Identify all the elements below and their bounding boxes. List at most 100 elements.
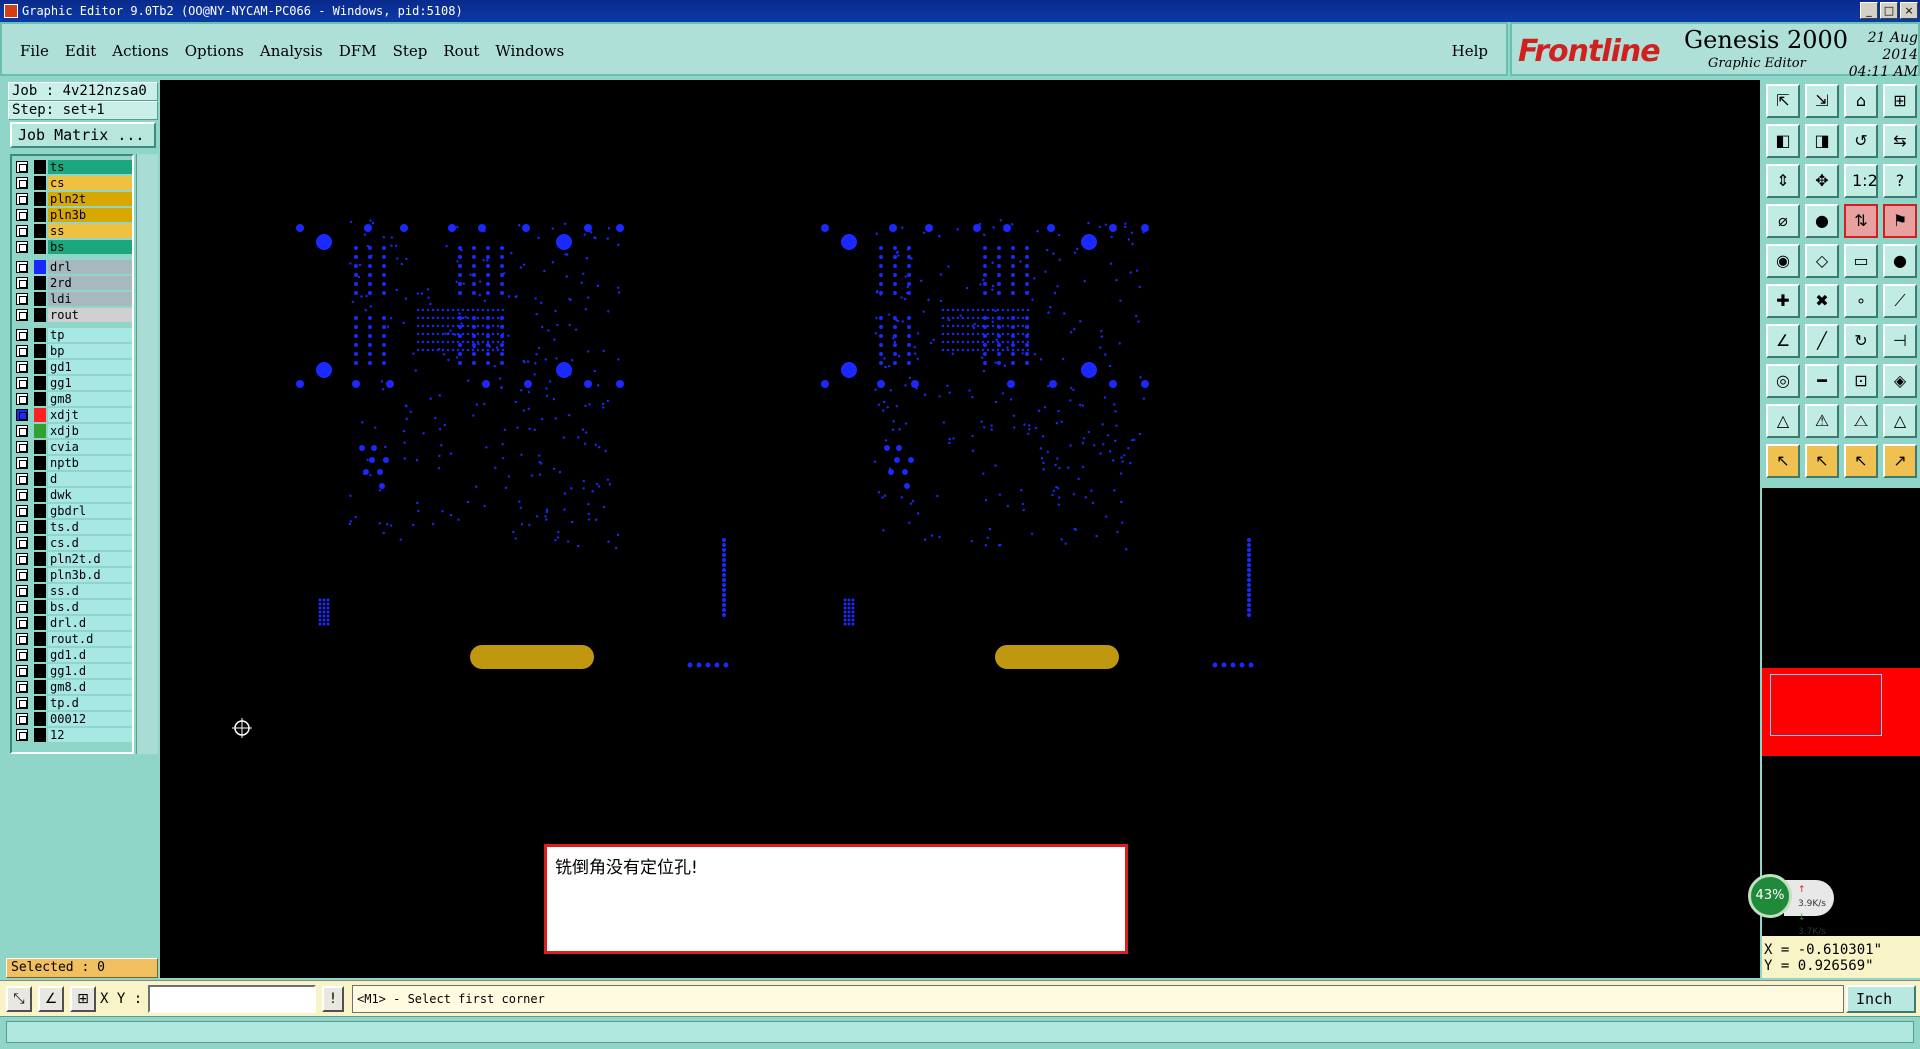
layer-name[interactable]: xdjt xyxy=(48,408,132,422)
warning-tool-button[interactable]: ⚠ xyxy=(1805,404,1839,438)
layer-checkbox[interactable] xyxy=(16,309,28,321)
layer-name[interactable]: pln3b.d xyxy=(48,568,132,582)
layer-color-swatch[interactable] xyxy=(34,392,46,406)
maximize-button[interactable]: □ xyxy=(1880,2,1898,19)
layer-color-swatch[interactable] xyxy=(34,520,46,534)
layer-color-swatch[interactable] xyxy=(34,292,46,306)
slash-tool-button[interactable]: ╱ xyxy=(1805,324,1839,358)
layer-row-bs-d[interactable]: bs.d xyxy=(14,600,138,614)
layer-name[interactable]: pln3b xyxy=(48,208,132,222)
layer-checkbox[interactable] xyxy=(16,241,28,253)
layer-color-swatch[interactable] xyxy=(34,696,46,710)
circle-tool-button[interactable]: ◎ xyxy=(1766,364,1800,398)
layer-color-swatch[interactable] xyxy=(34,224,46,238)
swap-tool-button[interactable]: ⇆ xyxy=(1883,124,1917,158)
layer-name[interactable]: ts xyxy=(48,160,132,174)
route-tool-button[interactable]: ↗ xyxy=(1883,444,1917,478)
layer-name[interactable]: cvia xyxy=(48,440,132,454)
layer-checkbox[interactable] xyxy=(16,729,28,741)
layer-checkbox[interactable] xyxy=(16,209,28,221)
layer-row-drl[interactable]: drl xyxy=(14,260,138,274)
layer-color-swatch[interactable] xyxy=(34,536,46,550)
layer-name[interactable]: 00012 xyxy=(48,712,132,726)
layer-name[interactable]: ss.d xyxy=(48,584,132,598)
layer-checkbox[interactable] xyxy=(16,441,28,453)
layer-checkbox[interactable] xyxy=(16,665,28,677)
layer-name[interactable]: ss xyxy=(48,224,132,238)
layer-name[interactable]: d xyxy=(48,472,132,486)
point-tool-button[interactable]: ∘ xyxy=(1844,284,1878,318)
layer-row-tp-d[interactable]: tp.d xyxy=(14,696,138,710)
message-dialog[interactable]: 铣倒角没有定位孔! xyxy=(544,844,1128,954)
layer-color-swatch[interactable] xyxy=(34,240,46,254)
layer-color-swatch[interactable] xyxy=(34,632,46,646)
layer-color-swatch[interactable] xyxy=(34,360,46,374)
layer-color-swatch[interactable] xyxy=(34,408,46,422)
layer-row-xdjb[interactable]: xdjb xyxy=(14,424,138,438)
layer-color-swatch[interactable] xyxy=(34,328,46,342)
layer-row-gbdrl[interactable]: gbdrl xyxy=(14,504,138,518)
layer-checkbox[interactable] xyxy=(16,569,28,581)
layer-checkbox[interactable] xyxy=(16,277,28,289)
graphic-canvas[interactable]: 铣倒角没有定位孔! xyxy=(160,80,1760,978)
menu-rout[interactable]: Rout xyxy=(443,42,479,60)
layer-row-pln2t[interactable]: pln2t xyxy=(14,192,138,206)
layer-color-swatch[interactable] xyxy=(34,712,46,726)
cursor-tool-button[interactable]: ↖ xyxy=(1766,444,1800,478)
layer-checkbox[interactable] xyxy=(16,537,28,549)
menu-step[interactable]: Step xyxy=(393,42,428,60)
open-tool-button[interactable]: ⇱ xyxy=(1766,84,1800,118)
layer-row-drl-d[interactable]: drl.d xyxy=(14,616,138,630)
layer-checkbox[interactable] xyxy=(16,617,28,629)
layer-name[interactable]: rout xyxy=(48,308,132,322)
layer-color-swatch[interactable] xyxy=(34,504,46,518)
layer-name[interactable]: tp xyxy=(48,328,132,342)
layer-checkbox[interactable] xyxy=(16,361,28,373)
layer-color-swatch[interactable] xyxy=(34,568,46,582)
layer-color-swatch[interactable] xyxy=(34,344,46,358)
undo-zoom-tool-button[interactable]: ↺ xyxy=(1844,124,1878,158)
target-tool-button[interactable]: ◉ xyxy=(1766,244,1800,278)
layer-name[interactable]: drl xyxy=(48,260,132,274)
layer-color-swatch[interactable] xyxy=(34,208,46,222)
layer-row-ts[interactable]: ts xyxy=(14,160,138,174)
layer-row-cs-d[interactable]: cs.d xyxy=(14,536,138,550)
layer-row-gd1[interactable]: gd1 xyxy=(14,360,138,374)
menu-edit[interactable]: Edit xyxy=(65,42,96,60)
menu-analysis[interactable]: Analysis xyxy=(260,42,323,60)
delete-tool-button[interactable]: ✖ xyxy=(1805,284,1839,318)
layer-color-swatch[interactable] xyxy=(34,440,46,454)
hole-tool-button[interactable]: ⌀ xyxy=(1766,204,1800,238)
layer-color-swatch[interactable] xyxy=(34,192,46,206)
layer-row-tp[interactable]: tp xyxy=(14,328,138,342)
layer-color-swatch[interactable] xyxy=(34,160,46,174)
layer-checkbox[interactable] xyxy=(16,553,28,565)
layer-checkbox[interactable] xyxy=(16,473,28,485)
fit-tool-button[interactable]: ⇕ xyxy=(1766,164,1800,198)
layer-row-nptb[interactable]: nptb xyxy=(14,456,138,470)
layer-name[interactable]: gd1.d xyxy=(48,648,132,662)
layer-checkbox[interactable] xyxy=(16,697,28,709)
layer-checkbox[interactable] xyxy=(16,161,28,173)
layer-checkbox[interactable] xyxy=(16,329,28,341)
angle-mode-icon[interactable]: ∠ xyxy=(38,986,64,1012)
layer-checkbox[interactable] xyxy=(16,225,28,237)
layer-name[interactable]: gg1.d xyxy=(48,664,132,678)
layer-checkbox[interactable] xyxy=(16,193,28,205)
pan-tool-button[interactable]: ✥ xyxy=(1805,164,1839,198)
layer-color-swatch[interactable] xyxy=(34,260,46,274)
layer-row-gg1-d[interactable]: gg1.d xyxy=(14,664,138,678)
layer-checkbox[interactable] xyxy=(16,713,28,725)
layer-name[interactable]: bp xyxy=(48,344,132,358)
layer-name[interactable]: bs.d xyxy=(48,600,132,614)
layer-checkbox[interactable] xyxy=(16,633,28,645)
save-tool-button[interactable]: ⇲ xyxy=(1805,84,1839,118)
angle-tool-button[interactable]: ∠ xyxy=(1766,324,1800,358)
menu-windows[interactable]: Windows xyxy=(495,42,564,60)
menu-actions[interactable]: Actions xyxy=(112,42,168,60)
zoom-prev-tool-button[interactable]: ◧ xyxy=(1766,124,1800,158)
layer-checkbox[interactable] xyxy=(16,649,28,661)
layer-row-rout-d[interactable]: rout.d xyxy=(14,632,138,646)
zoom-next-tool-button[interactable]: ◨ xyxy=(1805,124,1839,158)
layer-checkbox[interactable] xyxy=(16,489,28,501)
